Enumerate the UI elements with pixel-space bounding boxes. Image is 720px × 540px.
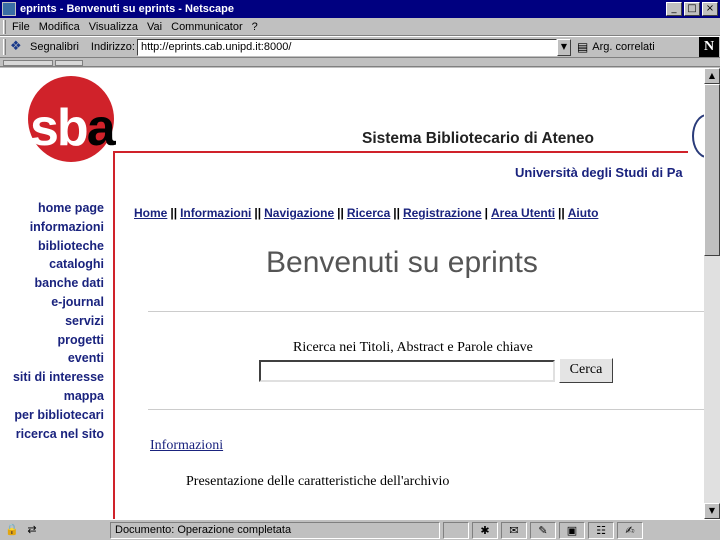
maximize-button[interactable]: □ bbox=[684, 2, 700, 16]
composer-page-icon[interactable]: ✍ bbox=[617, 521, 643, 539]
menu-modifica[interactable]: Modifica bbox=[39, 21, 80, 33]
nav-eventi[interactable]: eventi bbox=[0, 349, 104, 368]
bookmarks-button[interactable]: Segnalibri bbox=[30, 41, 79, 53]
topnav-separator: || bbox=[254, 206, 262, 220]
address-label: Indirizzo: bbox=[90, 41, 135, 53]
left-navigation: home page informazioni biblioteche catal… bbox=[0, 199, 104, 443]
online-status-icon[interactable]: ⇄ bbox=[24, 523, 40, 537]
vertical-scrollbar[interactable]: ▲ ▼ bbox=[704, 68, 720, 519]
menu-help[interactable]: ? bbox=[252, 21, 258, 33]
close-button[interactable]: × bbox=[702, 2, 718, 16]
topnav-separator: || bbox=[393, 206, 400, 220]
bookmarks-icon[interactable]: ❖ bbox=[10, 40, 26, 54]
nav-informazioni[interactable]: informazioni bbox=[0, 218, 104, 237]
content-border bbox=[113, 151, 115, 519]
status-bar: 🔒 ⇄ Documento: Operazione completata ✱ ✉… bbox=[0, 519, 720, 540]
related-icon[interactable]: ▤ bbox=[577, 40, 588, 54]
page-heading: Benvenuti su eprints bbox=[266, 246, 538, 279]
menu-communicator[interactable]: Communicator bbox=[171, 21, 243, 33]
toolbar-tab[interactable] bbox=[55, 60, 83, 66]
informazioni-link[interactable]: Informazioni bbox=[150, 438, 223, 454]
scroll-thumb[interactable] bbox=[704, 84, 720, 256]
location-toolbar: ❖ Segnalibri Indirizzo: http://eprints.c… bbox=[0, 36, 720, 58]
nav-e-journal[interactable]: e-journal bbox=[0, 293, 104, 312]
security-lock-icon[interactable]: 🔒 bbox=[4, 523, 20, 537]
scroll-down-button[interactable]: ▼ bbox=[704, 503, 720, 519]
nav-banche-dati[interactable]: banche dati bbox=[0, 274, 104, 293]
topnav-separator: || bbox=[337, 206, 344, 220]
topnav-area-utenti[interactable]: Area Utenti bbox=[491, 206, 555, 220]
addressbook-icon[interactable]: ☷ bbox=[588, 521, 614, 539]
nav-mappa[interactable]: mappa bbox=[0, 387, 104, 406]
topnav-separator: || bbox=[558, 206, 565, 220]
related-button[interactable]: Arg. correlati bbox=[592, 41, 699, 53]
nav-cataloghi[interactable]: cataloghi bbox=[0, 255, 104, 274]
personal-toolbar-tabs bbox=[0, 58, 720, 67]
sba-logo-sb: sb bbox=[30, 99, 89, 157]
page-viewport: sba Sistema Bibliotecario di Ateneo Univ… bbox=[0, 68, 720, 519]
window-title-bar: eprints - Benvenuti su eprints - Netscap… bbox=[0, 0, 720, 18]
horizontal-rule bbox=[148, 409, 704, 410]
nav-home-page[interactable]: home page bbox=[0, 199, 104, 218]
topnav-informazioni[interactable]: Informazioni bbox=[180, 206, 251, 220]
nav-per-bibliotecari[interactable]: per bibliotecari bbox=[0, 406, 104, 425]
netscape-app-icon[interactable] bbox=[2, 2, 16, 16]
topnav-registrazione[interactable]: Registrazione bbox=[403, 206, 482, 220]
menu-bar-grip[interactable] bbox=[3, 19, 6, 34]
minimize-button[interactable]: _ bbox=[666, 2, 682, 16]
window-title: eprints - Benvenuti su eprints - Netscap… bbox=[20, 3, 234, 15]
topnav-home[interactable]: Home bbox=[134, 206, 167, 220]
toolbar-tab[interactable] bbox=[3, 60, 53, 66]
top-navigation: Home || Informazioni || Navigazione || Ricerca… bbox=[134, 206, 598, 220]
netscape-logo[interactable]: N bbox=[699, 37, 719, 57]
header-title: Sistema Bibliotecario di Ateneo bbox=[362, 130, 594, 147]
topnav-navigazione[interactable]: Navigazione bbox=[264, 206, 334, 220]
mail-icon[interactable]: ✉ bbox=[501, 521, 527, 539]
topnav-separator: | bbox=[484, 206, 489, 220]
search-label: Ricerca nei Titoli, Abstract e Parole ch… bbox=[293, 340, 533, 355]
composer-icon[interactable]: ✎ bbox=[530, 521, 556, 539]
nav-siti-di-interesse[interactable]: siti di interesse bbox=[0, 368, 104, 387]
sba-logo-text[interactable]: sba bbox=[30, 98, 116, 158]
university-name: Università degli Studi di Pa bbox=[515, 165, 683, 180]
status-progress-panel bbox=[443, 521, 469, 539]
informazioni-description: Presentazione delle caratteristiche dell… bbox=[186, 474, 450, 489]
university-seal-icon bbox=[692, 114, 704, 158]
search-button[interactable]: Cerca bbox=[559, 358, 613, 383]
nav-ricerca-nel-sito[interactable]: ricerca nel sito bbox=[0, 425, 104, 444]
menu-visualizza[interactable]: Visualizza bbox=[89, 21, 138, 33]
topnav-aiuto[interactable]: Aiuto bbox=[568, 206, 599, 220]
nav-progetti[interactable]: progetti bbox=[0, 331, 104, 350]
status-text: Documento: Operazione completata bbox=[110, 521, 440, 539]
menu-vai[interactable]: Vai bbox=[147, 21, 162, 33]
location-toolbar-grip[interactable] bbox=[3, 39, 6, 55]
topnav-ricerca[interactable]: Ricerca bbox=[347, 206, 390, 220]
menu-bar: File Modifica Visualizza Vai Communicato… bbox=[0, 18, 720, 36]
address-dropdown-button[interactable]: ▼ bbox=[556, 38, 571, 56]
scroll-up-button[interactable]: ▲ bbox=[704, 68, 720, 84]
newsgroups-icon[interactable]: ▣ bbox=[559, 521, 585, 539]
sba-logo-a: a bbox=[86, 99, 116, 157]
nav-biblioteche[interactable]: biblioteche bbox=[0, 237, 104, 256]
navigator-icon[interactable]: ✱ bbox=[472, 521, 498, 539]
search-input[interactable] bbox=[259, 360, 555, 382]
menu-file[interactable]: File bbox=[12, 21, 30, 33]
nav-servizi[interactable]: servizi bbox=[0, 312, 104, 331]
topnav-separator: || bbox=[170, 206, 178, 220]
horizontal-rule bbox=[148, 311, 704, 312]
header-divider bbox=[113, 151, 688, 153]
address-input[interactable]: http://eprints.cab.unipd.it:8000/ bbox=[136, 38, 557, 56]
page-content: sba Sistema Bibliotecario di Ateneo Univ… bbox=[0, 68, 704, 519]
